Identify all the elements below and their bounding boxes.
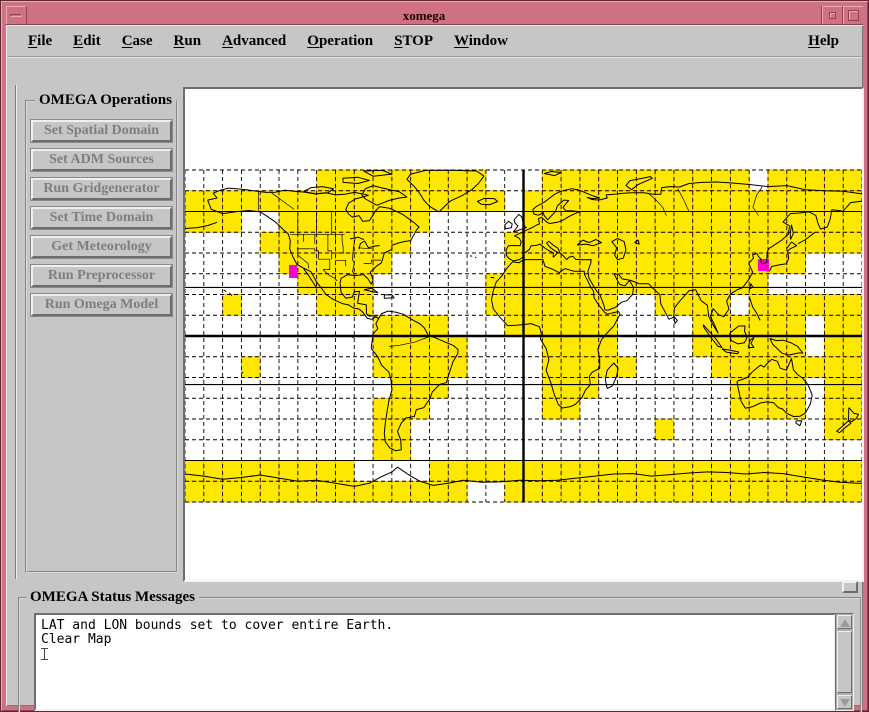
- pane-sash-handle[interactable]: [842, 581, 858, 593]
- scroll-up-icon: [840, 619, 850, 627]
- button-run-gridgenerator[interactable]: Run Gridgenerator: [31, 178, 172, 200]
- minimize-icon: [829, 12, 836, 19]
- menubar: File Edit Case Run Advanced Operation STOP Wind…: [8, 27, 861, 57]
- scroll-up-button[interactable]: [837, 615, 852, 629]
- omega-status-title: OMEGA Status Messages: [26, 589, 199, 606]
- omega-operations-panel: OMEGA Operations Set Spatial DomainSet A…: [25, 100, 178, 573]
- menu-item-edit[interactable]: Edit: [73, 33, 101, 50]
- menu-item-file[interactable]: File: [28, 33, 52, 50]
- button-run-omega-model[interactable]: Run Omega Model: [31, 294, 172, 316]
- world-map[interactable]: [185, 89, 862, 580]
- omega-operations-title: OMEGA Operations: [35, 92, 176, 109]
- menu-item-advanced[interactable]: Advanced: [222, 33, 286, 50]
- button-set-spatial-domain[interactable]: Set Spatial Domain: [31, 120, 172, 142]
- scroll-down-icon: [840, 699, 850, 707]
- status-scrollbar[interactable]: [835, 613, 854, 711]
- menu-item-operation[interactable]: Operation: [307, 33, 373, 50]
- window-menu-button[interactable]: [6, 6, 27, 24]
- menu-item-stop[interactable]: STOP: [394, 33, 433, 50]
- button-get-meteorology[interactable]: Get Meteorology: [31, 236, 172, 258]
- maximize-icon: [848, 10, 859, 21]
- omega-status-panel: OMEGA Status Messages LAT and LON bounds…: [18, 597, 862, 712]
- world-map-canvas[interactable]: [183, 87, 864, 582]
- client-area: File Edit Case Run Advanced Operation STOP Wind…: [6, 25, 863, 706]
- status-line: Clear Map: [41, 633, 832, 647]
- text-cursor: [41, 648, 48, 660]
- titlebar[interactable]: xomega: [6, 6, 863, 25]
- menu-item-help[interactable]: Help: [808, 33, 839, 50]
- status-message-area[interactable]: LAT and LON bounds set to cover entire E…: [34, 613, 836, 711]
- status-line: LAT and LON bounds set to cover entire E…: [41, 619, 832, 633]
- window-title: xomega: [27, 6, 821, 24]
- minimize-button[interactable]: [821, 6, 842, 24]
- menu-item-window[interactable]: Window: [454, 33, 508, 50]
- pane-divider: [15, 85, 17, 579]
- button-run-preprocessor[interactable]: Run Preprocessor: [31, 265, 172, 287]
- maximize-button[interactable]: [842, 6, 863, 24]
- button-set-adm-sources[interactable]: Set ADM Sources: [31, 149, 172, 171]
- omega-operations-buttons: Set Spatial Domain Set ADM Sources Run Gri…: [27, 120, 176, 323]
- xomega-window: xomega File Edit Case Run Advanced Operation S…: [0, 0, 869, 712]
- button-set-time-domain[interactable]: Set Time Domain: [31, 207, 172, 229]
- dash-icon: [10, 14, 22, 17]
- menu-item-run[interactable]: Run: [174, 33, 202, 50]
- menu-item-case[interactable]: Case: [122, 33, 153, 50]
- scrollbar-thumb[interactable]: [837, 631, 852, 693]
- scroll-down-button[interactable]: [837, 695, 852, 709]
